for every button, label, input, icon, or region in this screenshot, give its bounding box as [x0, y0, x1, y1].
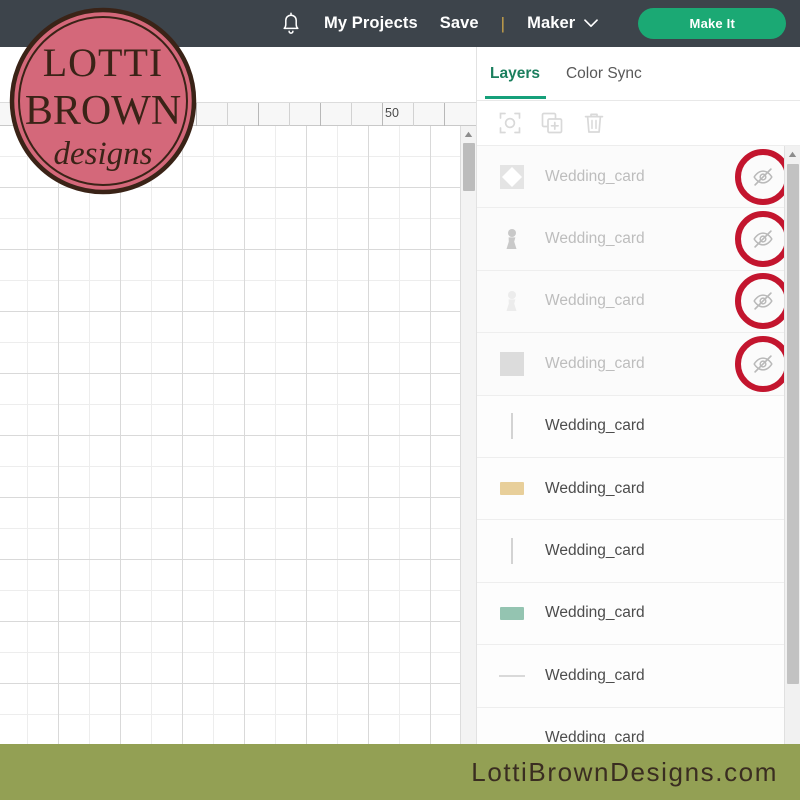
layer-row[interactable]: Wedding_card: [477, 707, 800, 743]
layer-name-label: Wedding_card: [545, 354, 645, 372]
layer-thumbnail: [499, 538, 525, 565]
layer-tools-bar: [477, 101, 800, 146]
eye-off-icon[interactable]: [750, 164, 776, 190]
layer-row[interactable]: Wedding_card: [477, 333, 800, 396]
layer-row[interactable]: Wedding_card: [477, 520, 800, 583]
nav-divider: |: [500, 13, 506, 33]
canvas-scrollbar-thumb[interactable]: [463, 143, 475, 191]
layer-name-label: Wedding_card: [545, 666, 645, 684]
layer-name-label: Wedding_card: [545, 230, 645, 248]
caret-up-icon[interactable]: [785, 146, 800, 162]
design-canvas-area[interactable]: 50: [0, 47, 476, 744]
layer-thumbnail: [499, 226, 525, 252]
machine-selector[interactable]: Maker: [527, 14, 599, 33]
eye-off-icon[interactable]: [750, 288, 776, 314]
layer-name-label: Wedding_card: [545, 167, 645, 185]
tab-color-sync-label: Color Sync: [565, 65, 642, 82]
horizontal-ruler: 50: [0, 102, 476, 127]
layer-thumbnail: [499, 725, 525, 743]
layer-name-label: Wedding_card: [545, 604, 645, 622]
canvas-grid[interactable]: [0, 126, 460, 744]
layer-thumbnail: [499, 600, 525, 626]
layer-thumbnail: [499, 663, 525, 689]
caret-up-icon[interactable]: [461, 126, 476, 142]
layers-panel: Layers Color Sync Wedding_card Wedding_c…: [476, 47, 800, 744]
layer-row[interactable]: Wedding_card: [477, 645, 800, 708]
layer-list[interactable]: Wedding_card Wedding_card Wedding_card W…: [477, 146, 800, 743]
delete-icon[interactable]: [583, 112, 605, 134]
layer-name-label: Wedding_card: [545, 417, 645, 435]
bell-icon[interactable]: [280, 12, 302, 36]
tab-color-sync[interactable]: Color Sync: [566, 65, 642, 99]
layer-row[interactable]: Wedding_card: [477, 582, 800, 646]
layer-name-label: Wedding_card: [545, 479, 645, 497]
top-navigation-bar: My Projects Save | Maker Make It: [0, 0, 800, 47]
eye-off-icon[interactable]: [750, 226, 776, 252]
layer-name-label: Wedding_card: [545, 292, 645, 310]
layer-row[interactable]: Wedding_card: [477, 270, 800, 334]
make-it-label: Make It: [689, 16, 736, 31]
make-it-button[interactable]: Make It: [638, 8, 787, 39]
chevron-down-icon: [584, 19, 599, 28]
layer-thumbnail: [499, 476, 525, 502]
layer-row[interactable]: Wedding_card: [477, 457, 800, 521]
panel-vertical-scrollbar[interactable]: [784, 146, 800, 744]
panel-tabs: Layers Color Sync: [477, 47, 800, 101]
layer-thumbnail: [499, 288, 525, 314]
save-button[interactable]: Save: [440, 14, 479, 33]
layer-row[interactable]: Wedding_card: [477, 395, 800, 458]
tab-layers-label: Layers: [490, 65, 540, 82]
cricut-design-space-screen: My Projects Save | Maker Make It 50 Laye…: [0, 0, 800, 800]
my-projects-link[interactable]: My Projects: [324, 14, 418, 33]
layer-thumbnail: [499, 351, 525, 377]
layer-thumbnail: [499, 164, 525, 190]
panel-scrollbar-thumb[interactable]: [787, 164, 799, 684]
layer-name-label: Wedding_card: [545, 729, 645, 743]
canvas-vertical-scrollbar[interactable]: [460, 126, 476, 744]
eye-off-icon[interactable]: [750, 351, 776, 377]
layer-name-label: Wedding_card: [545, 542, 645, 560]
layer-thumbnail: [499, 413, 525, 440]
duplicate-icon[interactable]: [541, 112, 563, 134]
layer-row[interactable]: Wedding_card: [477, 146, 800, 209]
group-select-icon[interactable]: [499, 112, 521, 134]
layer-row[interactable]: Wedding_card: [477, 208, 800, 271]
tab-layers[interactable]: Layers: [485, 65, 546, 99]
ruler-tick-label: 50: [385, 106, 399, 120]
footer-website-text: LottiBrownDesigns.com: [471, 756, 778, 787]
machine-name-label: Maker: [527, 14, 576, 32]
footer-bar: LottiBrownDesigns.com: [0, 744, 800, 800]
